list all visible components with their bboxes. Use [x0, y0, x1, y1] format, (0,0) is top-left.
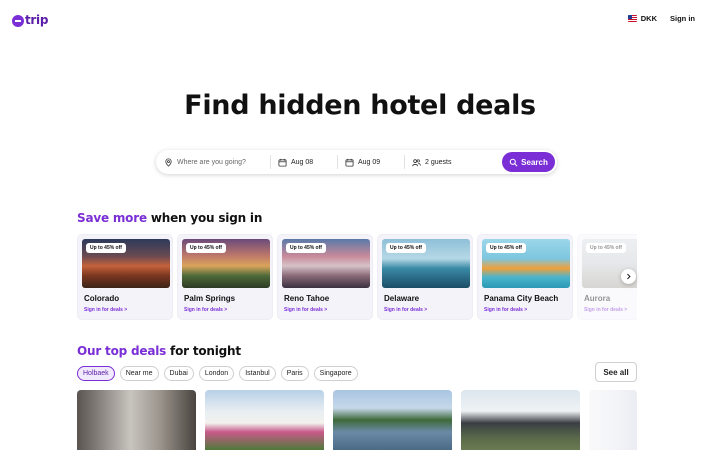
search-bar: Where are you going? Aug 08 Aug 09 2 gue… — [156, 150, 557, 174]
guests-icon — [412, 158, 421, 166]
deals-title-accent: Save more — [77, 211, 147, 225]
check-in-field[interactable]: Aug 08 — [271, 150, 338, 174]
discount-badge: Up to 45% off — [486, 243, 526, 253]
discount-badge: Up to 45% off — [286, 243, 326, 253]
deal-name: Colorado — [84, 294, 120, 303]
check-in-value: Aug 08 — [291, 158, 314, 166]
deal-card[interactable]: Up to 45% off Reno Tahoe Sign in for dea… — [277, 234, 373, 320]
city-filter-chips: Holbaek Near me Dubai London Istanbul Pa… — [77, 366, 363, 381]
top-deals-title-accent: Our top deals — [77, 344, 167, 358]
hotel-card-image[interactable] — [589, 390, 637, 450]
deal-name: Reno Tahoe — [284, 294, 330, 303]
logo-e-icon — [12, 15, 24, 27]
search-button[interactable]: Search — [502, 152, 555, 172]
calendar-icon — [345, 158, 354, 167]
deal-card[interactable]: Up to 45% off Panama City Beach Sign in … — [477, 234, 573, 320]
logo-text: trip — [25, 13, 49, 27]
chip-singapore[interactable]: Singapore — [313, 366, 358, 381]
deal-image: Up to 45% off — [482, 239, 570, 288]
deal-name: Delaware — [384, 294, 420, 303]
calendar-icon — [278, 158, 287, 167]
chip-dubai[interactable]: Dubai — [163, 366, 194, 381]
deal-image: Up to 45% off — [182, 239, 270, 288]
deals-title-rest: when you sign in — [146, 211, 263, 225]
deal-card[interactable]: Up to 45% off Delaware Sign in for deals… — [377, 234, 473, 320]
sign-in-for-deals-link[interactable]: Sign in for deals > — [484, 307, 527, 313]
deal-card[interactable]: Up to 45% off Palm Springs Sign in for d… — [177, 234, 273, 320]
hotel-card-image[interactable] — [333, 390, 452, 450]
sign-in-for-deals-link[interactable]: Sign in for deals > — [184, 307, 227, 313]
guests-value: 2 guests — [425, 158, 452, 166]
top-deals-section-title: Our top deals for tonight — [77, 344, 241, 358]
sign-in-for-deals-link[interactable]: Sign in for deals > — [384, 307, 427, 313]
deals-section-title: Save more when you sign in — [77, 211, 262, 225]
search-icon — [509, 158, 518, 166]
deal-name: Palm Springs — [184, 294, 236, 303]
guests-field[interactable]: 2 guests — [405, 150, 495, 174]
search-button-label: Search — [521, 157, 548, 167]
sign-in-for-deals-link[interactable]: Sign in for deals > — [584, 307, 627, 313]
top-deals-title-rest: for tonight — [166, 344, 241, 358]
header-actions: DKK Sign in — [627, 14, 695, 23]
location-pin-icon — [165, 157, 172, 167]
see-all-button[interactable]: See all — [595, 362, 637, 382]
hero-title: Find hidden hotel deals — [184, 90, 536, 121]
discount-badge: Up to 45% off — [586, 243, 626, 253]
hotel-card-image[interactable] — [77, 390, 196, 450]
chip-paris[interactable]: Paris — [280, 366, 309, 381]
deal-card[interactable]: Up to 45% off Colorado Sign in for deals… — [77, 234, 173, 320]
deal-image: Up to 45% off — [282, 239, 370, 288]
discount-badge: Up to 45% off — [186, 243, 226, 253]
deals-carousel: Up to 45% off Colorado Sign in for deals… — [77, 234, 637, 322]
chip-holbaek[interactable]: Holbaek — [77, 366, 115, 381]
hotel-card-image[interactable] — [461, 390, 580, 450]
chip-istanbul[interactable]: Istanbul — [239, 366, 276, 381]
currency-selector[interactable]: DKK — [641, 14, 657, 23]
destination-placeholder: Where are you going? — [177, 158, 246, 166]
discount-badge: Up to 45% off — [386, 243, 426, 253]
deal-name: Panama City Beach — [484, 294, 559, 303]
etrip-logo[interactable]: trip — [12, 11, 48, 29]
carousel-next-button[interactable] — [621, 269, 636, 284]
sign-in-for-deals-link[interactable]: Sign in for deals > — [284, 307, 327, 313]
deal-image: Up to 45% off — [382, 239, 470, 288]
sign-in-for-deals-link[interactable]: Sign in for deals > — [84, 307, 127, 313]
deal-image: Up to 45% off — [82, 239, 170, 288]
chip-london[interactable]: London — [198, 366, 235, 381]
check-out-field[interactable]: Aug 09 — [338, 150, 405, 174]
check-out-value: Aug 09 — [358, 158, 381, 166]
chip-near-me[interactable]: Near me — [119, 366, 159, 381]
us-flag-icon — [627, 15, 637, 22]
discount-badge: Up to 45% off — [86, 243, 126, 253]
hotel-card-image[interactable] — [205, 390, 324, 450]
sign-in-link[interactable]: Sign in — [670, 14, 695, 23]
deal-name: Aurora — [584, 294, 611, 303]
destination-field[interactable]: Where are you going? — [156, 150, 271, 174]
chevron-right-icon — [627, 273, 631, 280]
